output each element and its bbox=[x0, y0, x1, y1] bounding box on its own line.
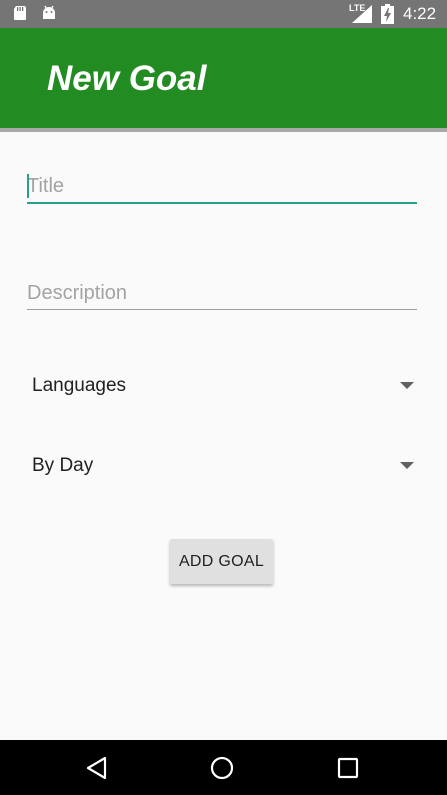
dropdown-arrow-icon bbox=[400, 382, 414, 389]
app-bar-divider bbox=[0, 128, 447, 132]
sd-card-icon bbox=[14, 6, 26, 20]
status-time: 4:22 bbox=[403, 4, 437, 23]
status-bar: LTE 4:22 bbox=[0, 0, 447, 28]
page-title: New Goal bbox=[47, 59, 207, 98]
category-spinner[interactable]: Languages bbox=[32, 366, 417, 406]
description-input[interactable] bbox=[27, 277, 417, 309]
navigation-bar bbox=[0, 740, 447, 795]
android-icon bbox=[43, 5, 55, 19]
description-underline bbox=[27, 309, 417, 310]
description-field[interactable] bbox=[27, 277, 417, 313]
battery-charging-icon bbox=[381, 4, 394, 24]
title-input[interactable] bbox=[27, 170, 417, 202]
signal-icon bbox=[352, 5, 372, 23]
frequency-selected-value: By Day bbox=[32, 455, 94, 476]
app-bar: New Goal bbox=[0, 28, 447, 128]
title-underline bbox=[27, 202, 417, 204]
recent-apps-icon[interactable] bbox=[336, 756, 360, 780]
add-goal-button[interactable]: ADD GOAL bbox=[170, 539, 273, 584]
frequency-spinner[interactable]: By Day bbox=[32, 446, 417, 486]
back-icon[interactable] bbox=[85, 756, 109, 780]
home-icon[interactable] bbox=[210, 756, 234, 780]
text-cursor bbox=[27, 174, 29, 198]
title-field[interactable] bbox=[27, 170, 417, 206]
category-selected-value: Languages bbox=[32, 375, 127, 396]
dropdown-arrow-icon bbox=[400, 462, 414, 469]
